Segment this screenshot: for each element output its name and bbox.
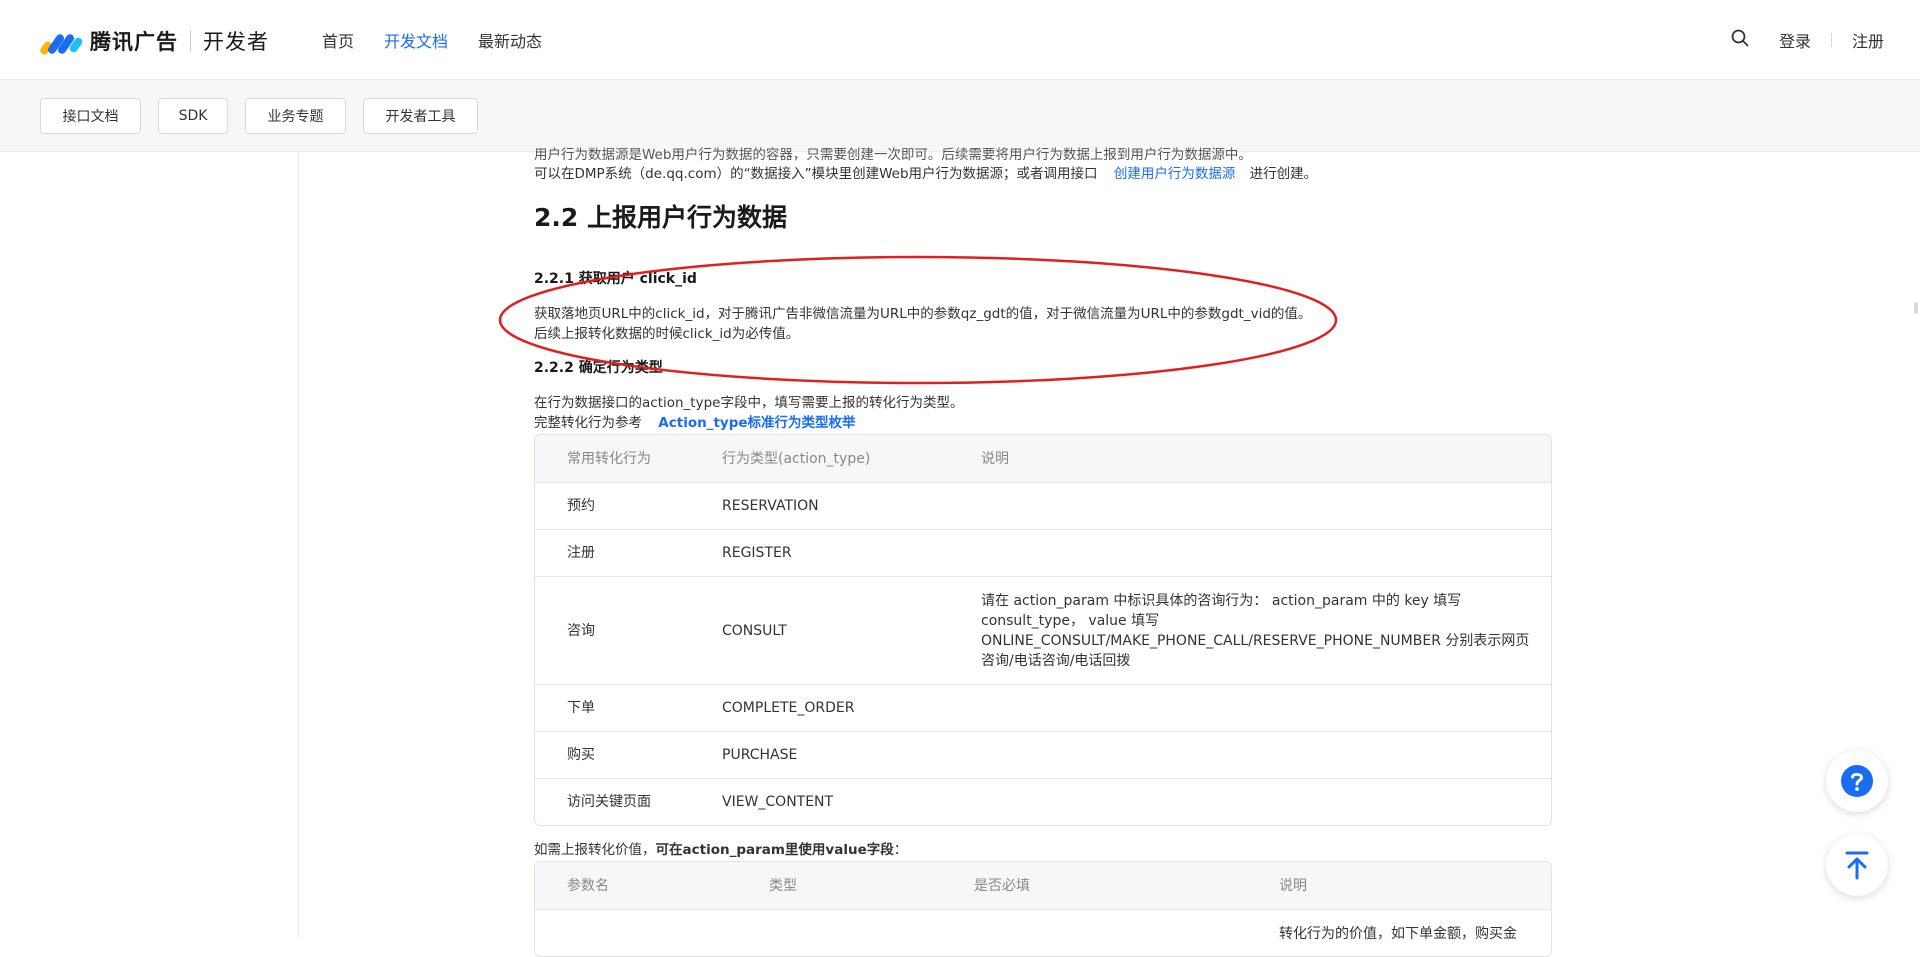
nav-dev-docs[interactable]: 开发文档 — [384, 28, 448, 52]
consult-desc-line: ONLINE_CONSULT/MAKE_PHONE_CALL/RESERVE_P… — [981, 632, 1530, 649]
table-header: 参数名 — [535, 862, 737, 909]
page-scrollbar[interactable] — [1910, 152, 1920, 937]
tencent-ads-logo-icon — [40, 34, 83, 55]
intro-text-tail: 进行创建。 — [1249, 166, 1318, 182]
create-datasource-link[interactable]: 创建用户行为数据源 — [1114, 166, 1236, 182]
value-note-tail: ： — [893, 842, 908, 858]
table-row: 注册 REGISTER — [535, 529, 1551, 576]
table-cell — [737, 909, 942, 956]
table-cell: 咨询 — [535, 576, 690, 684]
table-header-row: 参数名 类型 是否必填 说明 — [535, 862, 1551, 909]
table-row: 转化行为的价值，如下单金额，购买金 — [535, 909, 1551, 956]
table-cell: 转化行为的价值，如下单金额，购买金 — [1247, 909, 1551, 956]
intro-line-1: 用户行为数据源是Web用户行为数据的容器，只需要创建一次即可。后续需要将用户行为… — [534, 147, 1252, 163]
table-cell — [949, 684, 1551, 731]
table-cell — [535, 909, 737, 956]
brand-logo[interactable]: 腾讯广告 开发者 — [40, 26, 269, 56]
brand-subtitle: 开发者 — [203, 30, 269, 54]
scrollbar-thumb[interactable] — [1914, 302, 1918, 314]
conversion-actions-table: 常用转化行为 行为类型(action_type) 说明 预约 RESERVATI… — [534, 434, 1552, 826]
table-cell — [949, 529, 1551, 576]
table-cell: 下单 — [535, 684, 690, 731]
help-button[interactable] — [1826, 750, 1888, 812]
action-type-ref: 完整转化行为参考 Action_type标准行为类型枚举 — [534, 413, 856, 433]
nav-news[interactable]: 最新动态 — [478, 28, 542, 52]
cat-topics-button[interactable]: 业务专题 — [245, 98, 346, 134]
action-type-enum-link[interactable]: Action_type标准行为类型枚举 — [658, 415, 855, 431]
back-to-top-button[interactable] — [1826, 834, 1888, 896]
value-note-bold: 可在action_param里使用value字段 — [655, 842, 894, 858]
table-row: 下单 COMPLETE_ORDER — [535, 684, 1551, 731]
brand-divider — [190, 30, 191, 52]
login-link[interactable]: 登录 — [1779, 28, 1811, 52]
table-cell: COMPLETE_ORDER — [690, 684, 949, 731]
action-type-ref-text: 完整转化行为参考 — [534, 415, 642, 431]
sidebar-nav — [0, 152, 299, 937]
consult-desc-line: consult_type， value 填写 — [981, 612, 1160, 629]
question-icon — [1841, 765, 1873, 797]
action-type-desc: 在行为数据接口的action_type字段中，填写需要上报的转化行为类型。 — [534, 395, 964, 411]
value-note-text: 如需上报转化价值， — [534, 842, 656, 858]
table-cell: REGISTER — [690, 529, 949, 576]
annotation-ellipse — [498, 255, 1338, 385]
table-row: 预约 RESERVATION — [535, 482, 1551, 529]
table-header: 是否必填 — [942, 862, 1247, 909]
table-cell: RESERVATION — [690, 482, 949, 529]
table-cell: 注册 — [535, 529, 690, 576]
table-header: 行为类型(action_type) — [690, 435, 949, 482]
table-cell — [949, 482, 1551, 529]
cat-api-docs-button[interactable]: 接口文档 — [40, 98, 141, 134]
table-row: 访问关键页面 VIEW_CONTENT — [535, 778, 1551, 825]
table-cell: PURCHASE — [690, 731, 949, 778]
search-icon[interactable] — [1731, 29, 1749, 51]
table-cell: CONSULT — [690, 576, 949, 684]
intro-text: 可以在DMP系统（de.qq.com）的“数据接入”模块里创建Web用户行为数据… — [534, 166, 1098, 182]
table-header-row: 常用转化行为 行为类型(action_type) 说明 — [535, 435, 1551, 482]
header-tools: 登录 注册 — [1731, 0, 1884, 80]
table-cell: VIEW_CONTENT — [690, 778, 949, 825]
table-cell — [949, 731, 1551, 778]
register-link[interactable]: 注册 — [1852, 28, 1884, 52]
table-cell: 预约 — [535, 482, 690, 529]
value-param-table: 参数名 类型 是否必填 说明 转化行为的价值，如下单金额，购买金 — [534, 861, 1552, 957]
table-cell — [949, 778, 1551, 825]
consult-desc-line: 咨询/电话咨询/电话回拨 — [981, 652, 1131, 669]
arrow-up-icon — [1845, 851, 1869, 880]
intro-line-2: 可以在DMP系统（de.qq.com）的“数据接入”模块里创建Web用户行为数据… — [534, 164, 1317, 184]
value-field-note: 如需上报转化价值，可在action_param里使用value字段： — [534, 840, 907, 860]
table-cell — [942, 909, 1247, 956]
top-header: 腾讯广告 开发者 首页 开发文档 最新动态 登录 注册 — [0, 0, 1920, 80]
table-header: 类型 — [737, 862, 942, 909]
section-title: 2.2 上报用户行为数据 — [534, 203, 787, 232]
table-row: 咨询 CONSULT 请在 action_param 中标识具体的咨询行为： a… — [535, 576, 1551, 684]
brand-name: 腾讯广告 — [90, 30, 178, 54]
table-cell: 访问关键页面 — [535, 778, 690, 825]
table-row: 购买 PURCHASE — [535, 731, 1551, 778]
table-cell: 购买 — [535, 731, 690, 778]
cat-sdk-button[interactable]: SDK — [158, 98, 228, 134]
category-bar: 接口文档 SDK 业务专题 开发者工具 — [0, 80, 1920, 152]
cat-dev-tools-button[interactable]: 开发者工具 — [363, 98, 478, 134]
consult-desc-line: 请在 action_param 中标识具体的咨询行为： action_param… — [981, 592, 1462, 609]
table-header: 说明 — [1247, 862, 1551, 909]
main-nav: 首页 开发文档 最新动态 — [322, 0, 542, 80]
table-header: 说明 — [949, 435, 1551, 482]
table-header: 常用转化行为 — [535, 435, 690, 482]
table-cell-desc: 请在 action_param 中标识具体的咨询行为： action_param… — [949, 576, 1551, 684]
tools-divider — [1830, 33, 1832, 47]
nav-home[interactable]: 首页 — [322, 28, 354, 52]
